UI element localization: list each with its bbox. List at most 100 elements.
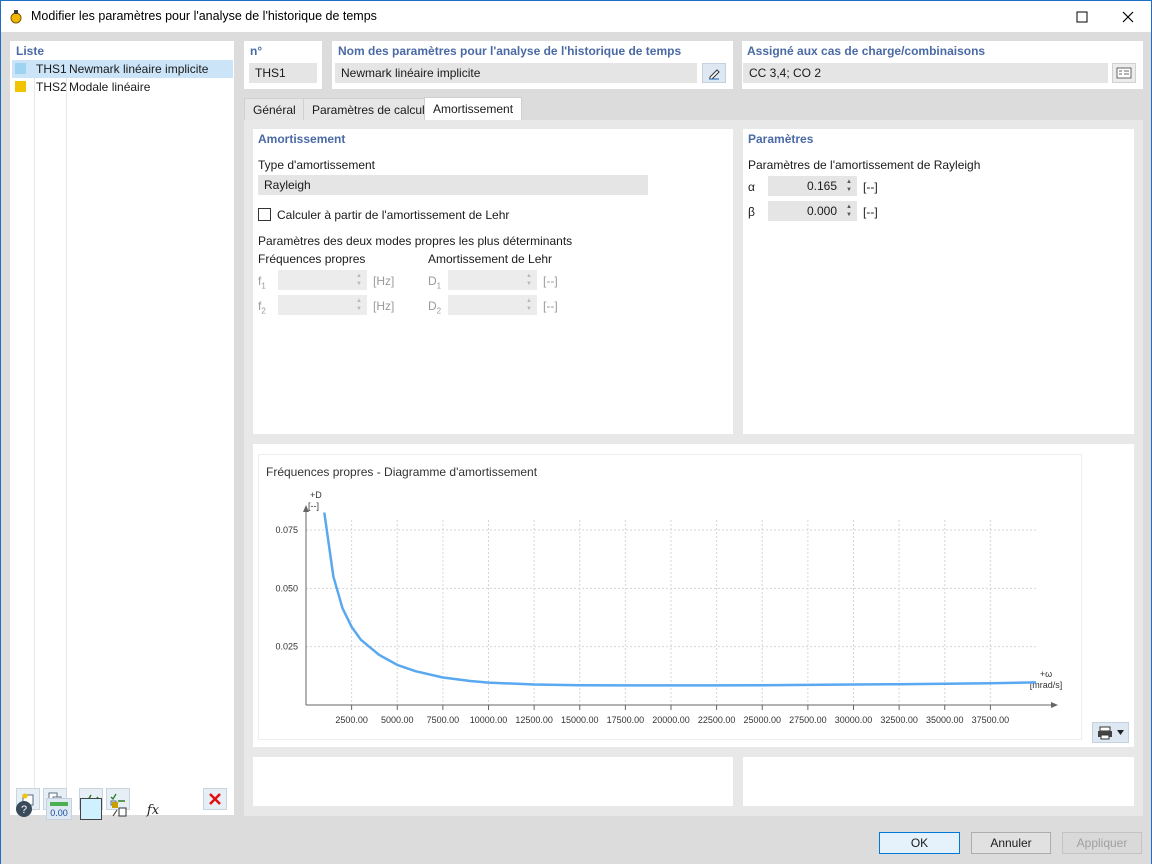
help-icon: ? bbox=[16, 801, 32, 817]
title-bar: Modifier les paramètres pour l'analyse d… bbox=[1, 1, 1151, 32]
x-tick-label: 37500.00 bbox=[972, 715, 1010, 725]
cancel-button[interactable]: Annuler bbox=[971, 832, 1051, 854]
x-tick-label: 12500.00 bbox=[515, 715, 553, 725]
beta-value: 0.000 bbox=[806, 204, 837, 218]
list-select-icon bbox=[1116, 67, 1132, 79]
x-tick-label: 10000.00 bbox=[470, 715, 508, 725]
y-tick-label: 0.075 bbox=[275, 525, 298, 535]
empty-panel-right bbox=[743, 757, 1134, 806]
d2-label: D2 bbox=[428, 299, 442, 316]
x-tick-label: 15000.00 bbox=[561, 715, 599, 725]
formula-button[interactable]: fx bbox=[140, 798, 166, 820]
ok-button[interactable]: OK bbox=[879, 832, 960, 854]
maximize-button[interactable] bbox=[1059, 1, 1105, 32]
dropdown-arrow-icon bbox=[1117, 730, 1124, 735]
spinner-arrows[interactable]: ▲ ▼ bbox=[845, 203, 853, 219]
name-label: Nom des paramètres pour l'analyse de l'h… bbox=[338, 44, 682, 58]
alpha-value: 0.165 bbox=[806, 179, 837, 193]
f1-input[interactable]: ▲ ▼ bbox=[278, 270, 367, 290]
d1-unit: [--] bbox=[543, 274, 558, 288]
f2-input[interactable]: ▲ ▼ bbox=[278, 295, 367, 315]
beta-input[interactable]: 0.000 ▲ ▼ bbox=[768, 201, 857, 221]
tab-calculation-parameters[interactable]: Paramètres de calcul bbox=[303, 98, 434, 121]
list-header: Liste bbox=[16, 44, 45, 58]
spinner-arrows[interactable]: ▲ ▼ bbox=[845, 178, 853, 194]
units-button[interactable]: 0.00 bbox=[46, 798, 72, 820]
damping-title: Amortissement bbox=[258, 132, 346, 146]
name-box: Nom des paramètres pour l'analyse de l'h… bbox=[332, 41, 733, 89]
color-swatch bbox=[15, 81, 26, 92]
tab-general[interactable]: Général bbox=[244, 98, 305, 121]
x-axis-label: +ω bbox=[1040, 669, 1052, 679]
number-label: n° bbox=[250, 44, 263, 58]
series-line bbox=[323, 512, 1037, 687]
edit-name-button[interactable] bbox=[702, 63, 726, 83]
chart-card: Fréquences propres - Diagramme d'amortis… bbox=[253, 444, 1134, 747]
edit-icon bbox=[709, 69, 720, 80]
color-button[interactable] bbox=[80, 798, 102, 820]
close-icon bbox=[1122, 11, 1134, 22]
tab-damping[interactable]: Amortissement bbox=[424, 97, 523, 122]
d2-input[interactable]: ▲ ▼ bbox=[448, 295, 537, 315]
lehr-checkbox[interactable] bbox=[258, 208, 271, 221]
decimal-units-icon: 0.00 bbox=[50, 802, 68, 817]
select-loadcases-button[interactable] bbox=[1112, 63, 1136, 83]
svg-text:0.00: 0.00 bbox=[50, 808, 68, 817]
delete-item-button[interactable] bbox=[203, 788, 227, 810]
list-item-ths2[interactable]: THS2 Modale linéaire bbox=[12, 78, 233, 96]
d2-unit: [--] bbox=[543, 299, 558, 313]
damping-type-label: Type d'amortissement bbox=[258, 158, 376, 172]
maximize-icon bbox=[1076, 11, 1088, 22]
dialog-client: Liste THS1 Newmark linéaire implicite TH… bbox=[1, 32, 1151, 864]
close-button[interactable] bbox=[1105, 1, 1151, 32]
damping-type-select[interactable]: Rayleigh bbox=[258, 175, 648, 195]
function-icon: fx bbox=[146, 803, 160, 818]
spinner-arrows[interactable]: ▲ ▼ bbox=[355, 272, 363, 288]
f2-label: f2 bbox=[258, 299, 266, 316]
spinner-arrows[interactable]: ▲ ▼ bbox=[525, 272, 533, 288]
assigned-box: Assigné aux cas de charge/combinaisons C… bbox=[742, 41, 1143, 89]
lehr-checkbox-label: Calculer à partir de l'amortissement de … bbox=[277, 208, 510, 222]
y-axis-unit: [--] bbox=[308, 501, 319, 511]
y-tick-label: 0.025 bbox=[275, 642, 298, 652]
f1-label: f1 bbox=[258, 274, 266, 291]
list-item-code: THS2 bbox=[36, 80, 67, 94]
print-button[interactable] bbox=[1092, 722, 1129, 743]
d1-input[interactable]: ▲ ▼ bbox=[448, 270, 537, 290]
alpha-input[interactable]: 0.165 ▲ ▼ bbox=[768, 176, 857, 196]
lehr-header: Amortissement de Lehr bbox=[428, 252, 553, 266]
x-tick-label: 5000.00 bbox=[381, 715, 414, 725]
assigned-field[interactable]: CC 3,4; CO 2 bbox=[743, 63, 1108, 83]
x-tick-label: 25000.00 bbox=[743, 715, 781, 725]
svg-text:fx: fx bbox=[146, 803, 160, 818]
x-tick-label: 17500.00 bbox=[607, 715, 645, 725]
number-box: n° THS1 bbox=[244, 41, 322, 89]
x-tick-label: 20000.00 bbox=[652, 715, 690, 725]
help-button[interactable]: ? bbox=[11, 798, 37, 820]
tab-content: Amortissement Type d'amortissement Rayle… bbox=[244, 120, 1143, 816]
parameters-card: Paramètres Paramètres de l'amortissement… bbox=[743, 129, 1134, 434]
name-field[interactable]: Newmark linéaire implicite bbox=[335, 63, 697, 83]
spinner-arrows[interactable]: ▲ ▼ bbox=[525, 297, 533, 313]
spinner-arrows[interactable]: ▲ ▼ bbox=[355, 297, 363, 313]
list-panel: Liste THS1 Newmark linéaire implicite TH… bbox=[10, 41, 234, 815]
damping-card: Amortissement Type d'amortissement Rayle… bbox=[253, 129, 733, 434]
chart-frame: Fréquences propres - Diagramme d'amortis… bbox=[258, 454, 1082, 740]
beta-label: β bbox=[748, 205, 755, 219]
frequencies-header: Fréquences propres bbox=[258, 252, 366, 266]
window-title: Modifier les paramètres pour l'analyse d… bbox=[31, 9, 377, 23]
color-swatch bbox=[15, 63, 26, 74]
alpha-unit: [--] bbox=[863, 180, 878, 194]
list-item-ths1[interactable]: THS1 Newmark linéaire implicite bbox=[12, 60, 233, 78]
svg-text:?: ? bbox=[21, 804, 27, 816]
list-item-code: THS1 bbox=[36, 62, 67, 76]
x-tick-label: 2500.00 bbox=[335, 715, 368, 725]
y-tick-label: 0.050 bbox=[275, 583, 298, 593]
display-options-button[interactable] bbox=[106, 798, 132, 820]
x-tick-label: 32500.00 bbox=[880, 715, 918, 725]
dialog-window: Modifier les paramètres pour l'analyse d… bbox=[0, 0, 1152, 864]
number-field[interactable]: THS1 bbox=[249, 63, 317, 83]
apply-button[interactable]: Appliquer bbox=[1062, 832, 1142, 854]
list-item-name: Modale linéaire bbox=[69, 80, 151, 94]
modes-label: Paramètres des deux modes propres les pl… bbox=[258, 234, 573, 248]
